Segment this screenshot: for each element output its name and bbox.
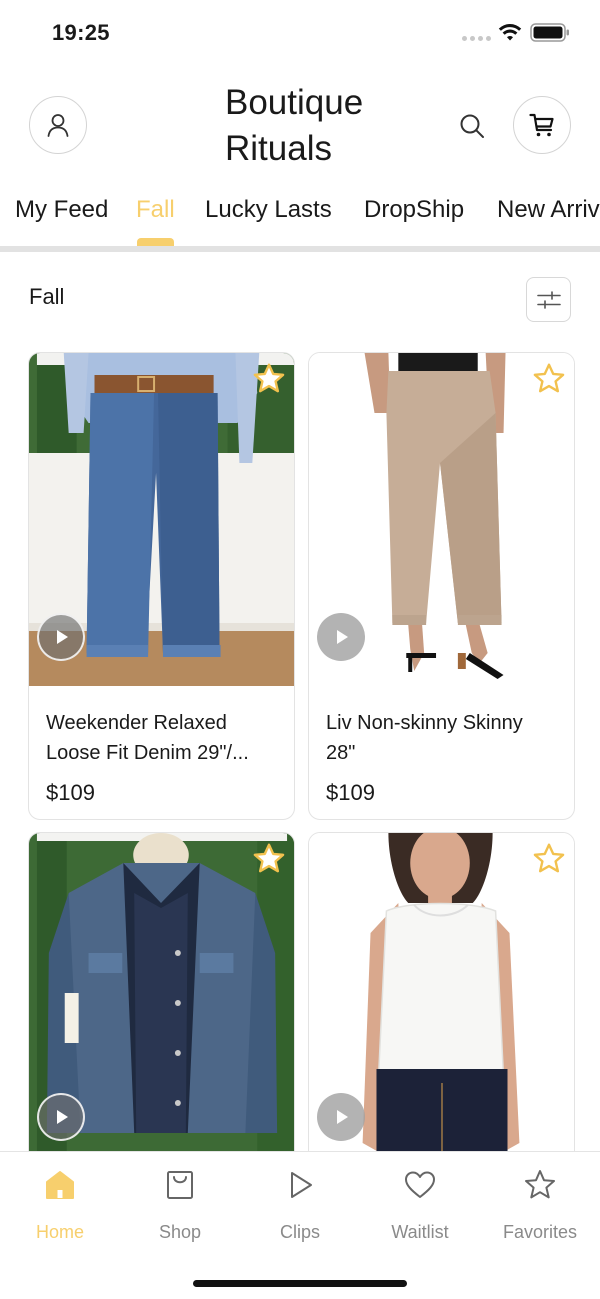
play-video-button[interactable] <box>37 613 85 661</box>
product-image[interactable] <box>29 833 294 1166</box>
home-indicator <box>193 1280 407 1287</box>
nav-clips[interactable]: Clips <box>240 1168 360 1243</box>
signal-icon <box>462 36 491 41</box>
product-price: $109 <box>326 780 375 805</box>
product-image[interactable] <box>309 833 574 1166</box>
product-image[interactable] <box>309 353 574 686</box>
product-card[interactable] <box>28 832 295 1192</box>
favorite-star-icon[interactable] <box>531 841 567 877</box>
tab-dropship[interactable]: DropShip <box>364 196 464 224</box>
product-card[interactable]: Liv Non-skinny Skinny 28" $109 <box>308 352 575 820</box>
nav-waitlist[interactable]: Waitlist <box>360 1168 480 1243</box>
star-icon <box>525 1170 555 1199</box>
tabs-divider <box>0 246 600 252</box>
nav-home-label: Home <box>35 1222 84 1242</box>
status-bar: 19:25 <box>0 0 600 66</box>
play-video-button[interactable] <box>37 1093 85 1141</box>
home-icon <box>46 1171 74 1199</box>
product-price: $109 <box>46 780 95 805</box>
header: Boutique Rituals <box>0 66 600 186</box>
nav-shop-label: Shop <box>158 1222 202 1242</box>
product-image[interactable] <box>29 353 294 686</box>
play-icon <box>337 630 348 644</box>
product-name: Liv Non-skinny Skinny 28" <box>326 712 523 764</box>
nav-shop[interactable]: Shop <box>120 1168 240 1243</box>
battery-icon <box>530 23 569 42</box>
tab-new-arrivals[interactable]: New Arriv <box>497 196 600 224</box>
product-name: Weekender Relaxed Loose Fit Denim 29"/..… <box>46 712 249 764</box>
filter-button[interactable] <box>526 277 571 322</box>
play-icon <box>57 630 68 644</box>
section-title: Fall <box>29 284 65 309</box>
sliders-icon <box>536 290 561 309</box>
nav-home[interactable]: Home <box>0 1168 120 1243</box>
wifi-icon <box>498 24 522 41</box>
play-video-button[interactable] <box>317 613 365 661</box>
search-button[interactable] <box>456 110 488 142</box>
play-icon <box>337 1110 348 1124</box>
favorite-star-icon[interactable] <box>251 841 287 877</box>
heart-icon <box>405 1171 435 1198</box>
product-card[interactable] <box>308 832 575 1192</box>
bottom-nav: Home Shop Clips Waitlist Favorites <box>0 1151 600 1299</box>
nav-favorites-label: Favorites <box>502 1222 578 1242</box>
tab-fall[interactable]: Fall <box>136 196 175 224</box>
category-tabs: My Feed Fall Lucky Lasts DropShip New Ar… <box>0 186 600 248</box>
bag-icon <box>167 1171 193 1199</box>
nav-favorites[interactable]: Favorites <box>480 1168 600 1243</box>
user-icon <box>47 114 69 137</box>
play-icon <box>291 1172 312 1198</box>
status-time: 19:25 <box>52 20 110 45</box>
nav-waitlist-label: Waitlist <box>391 1222 449 1242</box>
search-icon <box>460 114 484 138</box>
play-video-button[interactable] <box>317 1093 365 1141</box>
cart-icon <box>529 113 554 137</box>
tab-my-feed[interactable]: My Feed <box>15 196 108 224</box>
favorite-star-icon[interactable] <box>531 361 567 397</box>
profile-button[interactable] <box>29 96 87 154</box>
cart-button[interactable] <box>513 96 571 154</box>
product-card[interactable]: Weekender Relaxed Loose Fit Denim 29"/..… <box>28 352 295 820</box>
favorite-star-icon[interactable] <box>251 361 287 397</box>
active-tab-indicator <box>137 238 174 246</box>
nav-clips-label: Clips <box>279 1222 320 1242</box>
tab-lucky-lasts[interactable]: Lucky Lasts <box>205 196 332 224</box>
store-title: Boutique Rituals <box>225 83 364 168</box>
play-icon <box>57 1110 68 1124</box>
